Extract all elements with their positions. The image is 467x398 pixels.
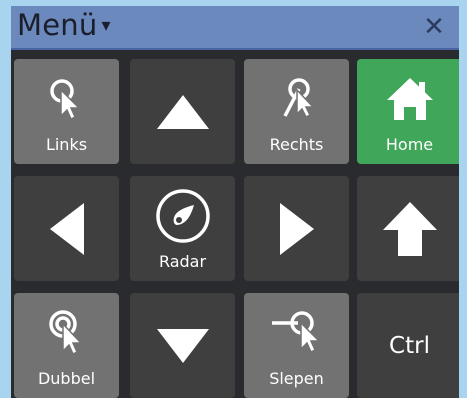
radar-button[interactable]: Radar: [130, 176, 235, 281]
scroll-up-button[interactable]: [357, 176, 459, 281]
triangle-up-icon: [130, 59, 235, 164]
radar-label: Radar: [158, 252, 207, 271]
home-button[interactable]: Home: [357, 59, 459, 164]
triangle-down-icon: [130, 293, 235, 398]
menu-window: Menü ▾ ✕ Links Rechts Home Radar Dubbel …: [11, 6, 459, 398]
title-bar: Menü ▾ ✕: [11, 6, 459, 50]
right-click-icon: [244, 71, 349, 127]
arrow-up-icon: [357, 176, 459, 281]
dropdown-caret-icon: ▾: [101, 15, 111, 36]
radar-icon: [130, 188, 235, 244]
menu-title-text: Menü: [17, 8, 98, 42]
close-button[interactable]: ✕: [419, 10, 449, 44]
triangle-right-icon: [244, 176, 349, 281]
triangle-left-icon: [14, 176, 119, 281]
right-arrow-button[interactable]: [244, 176, 349, 281]
slepen-button[interactable]: Slepen: [244, 293, 349, 398]
menu-title[interactable]: Menü ▾: [17, 8, 111, 42]
close-icon: ✕: [423, 12, 445, 42]
button-grid: Links Rechts Home Radar Dubbel Slepen Ct…: [14, 59, 459, 398]
ctrl-button[interactable]: Ctrl: [357, 293, 459, 398]
left-click-icon: [14, 71, 119, 127]
double-click-icon: [14, 305, 119, 361]
home-icon: [357, 71, 459, 127]
up-arrow-button[interactable]: [130, 59, 235, 164]
home-label: Home: [385, 135, 434, 154]
left-arrow-button[interactable]: [14, 176, 119, 281]
rechts-label: Rechts: [269, 135, 324, 154]
drag-icon: [244, 305, 349, 361]
rechts-button[interactable]: Rechts: [244, 59, 349, 164]
dubbel-button[interactable]: Dubbel: [14, 293, 119, 398]
slepen-label: Slepen: [269, 369, 324, 388]
links-button[interactable]: Links: [14, 59, 119, 164]
dubbel-label: Dubbel: [37, 369, 96, 388]
ctrl-label: Ctrl: [389, 332, 430, 359]
down-arrow-button[interactable]: [130, 293, 235, 398]
links-label: Links: [45, 135, 88, 154]
